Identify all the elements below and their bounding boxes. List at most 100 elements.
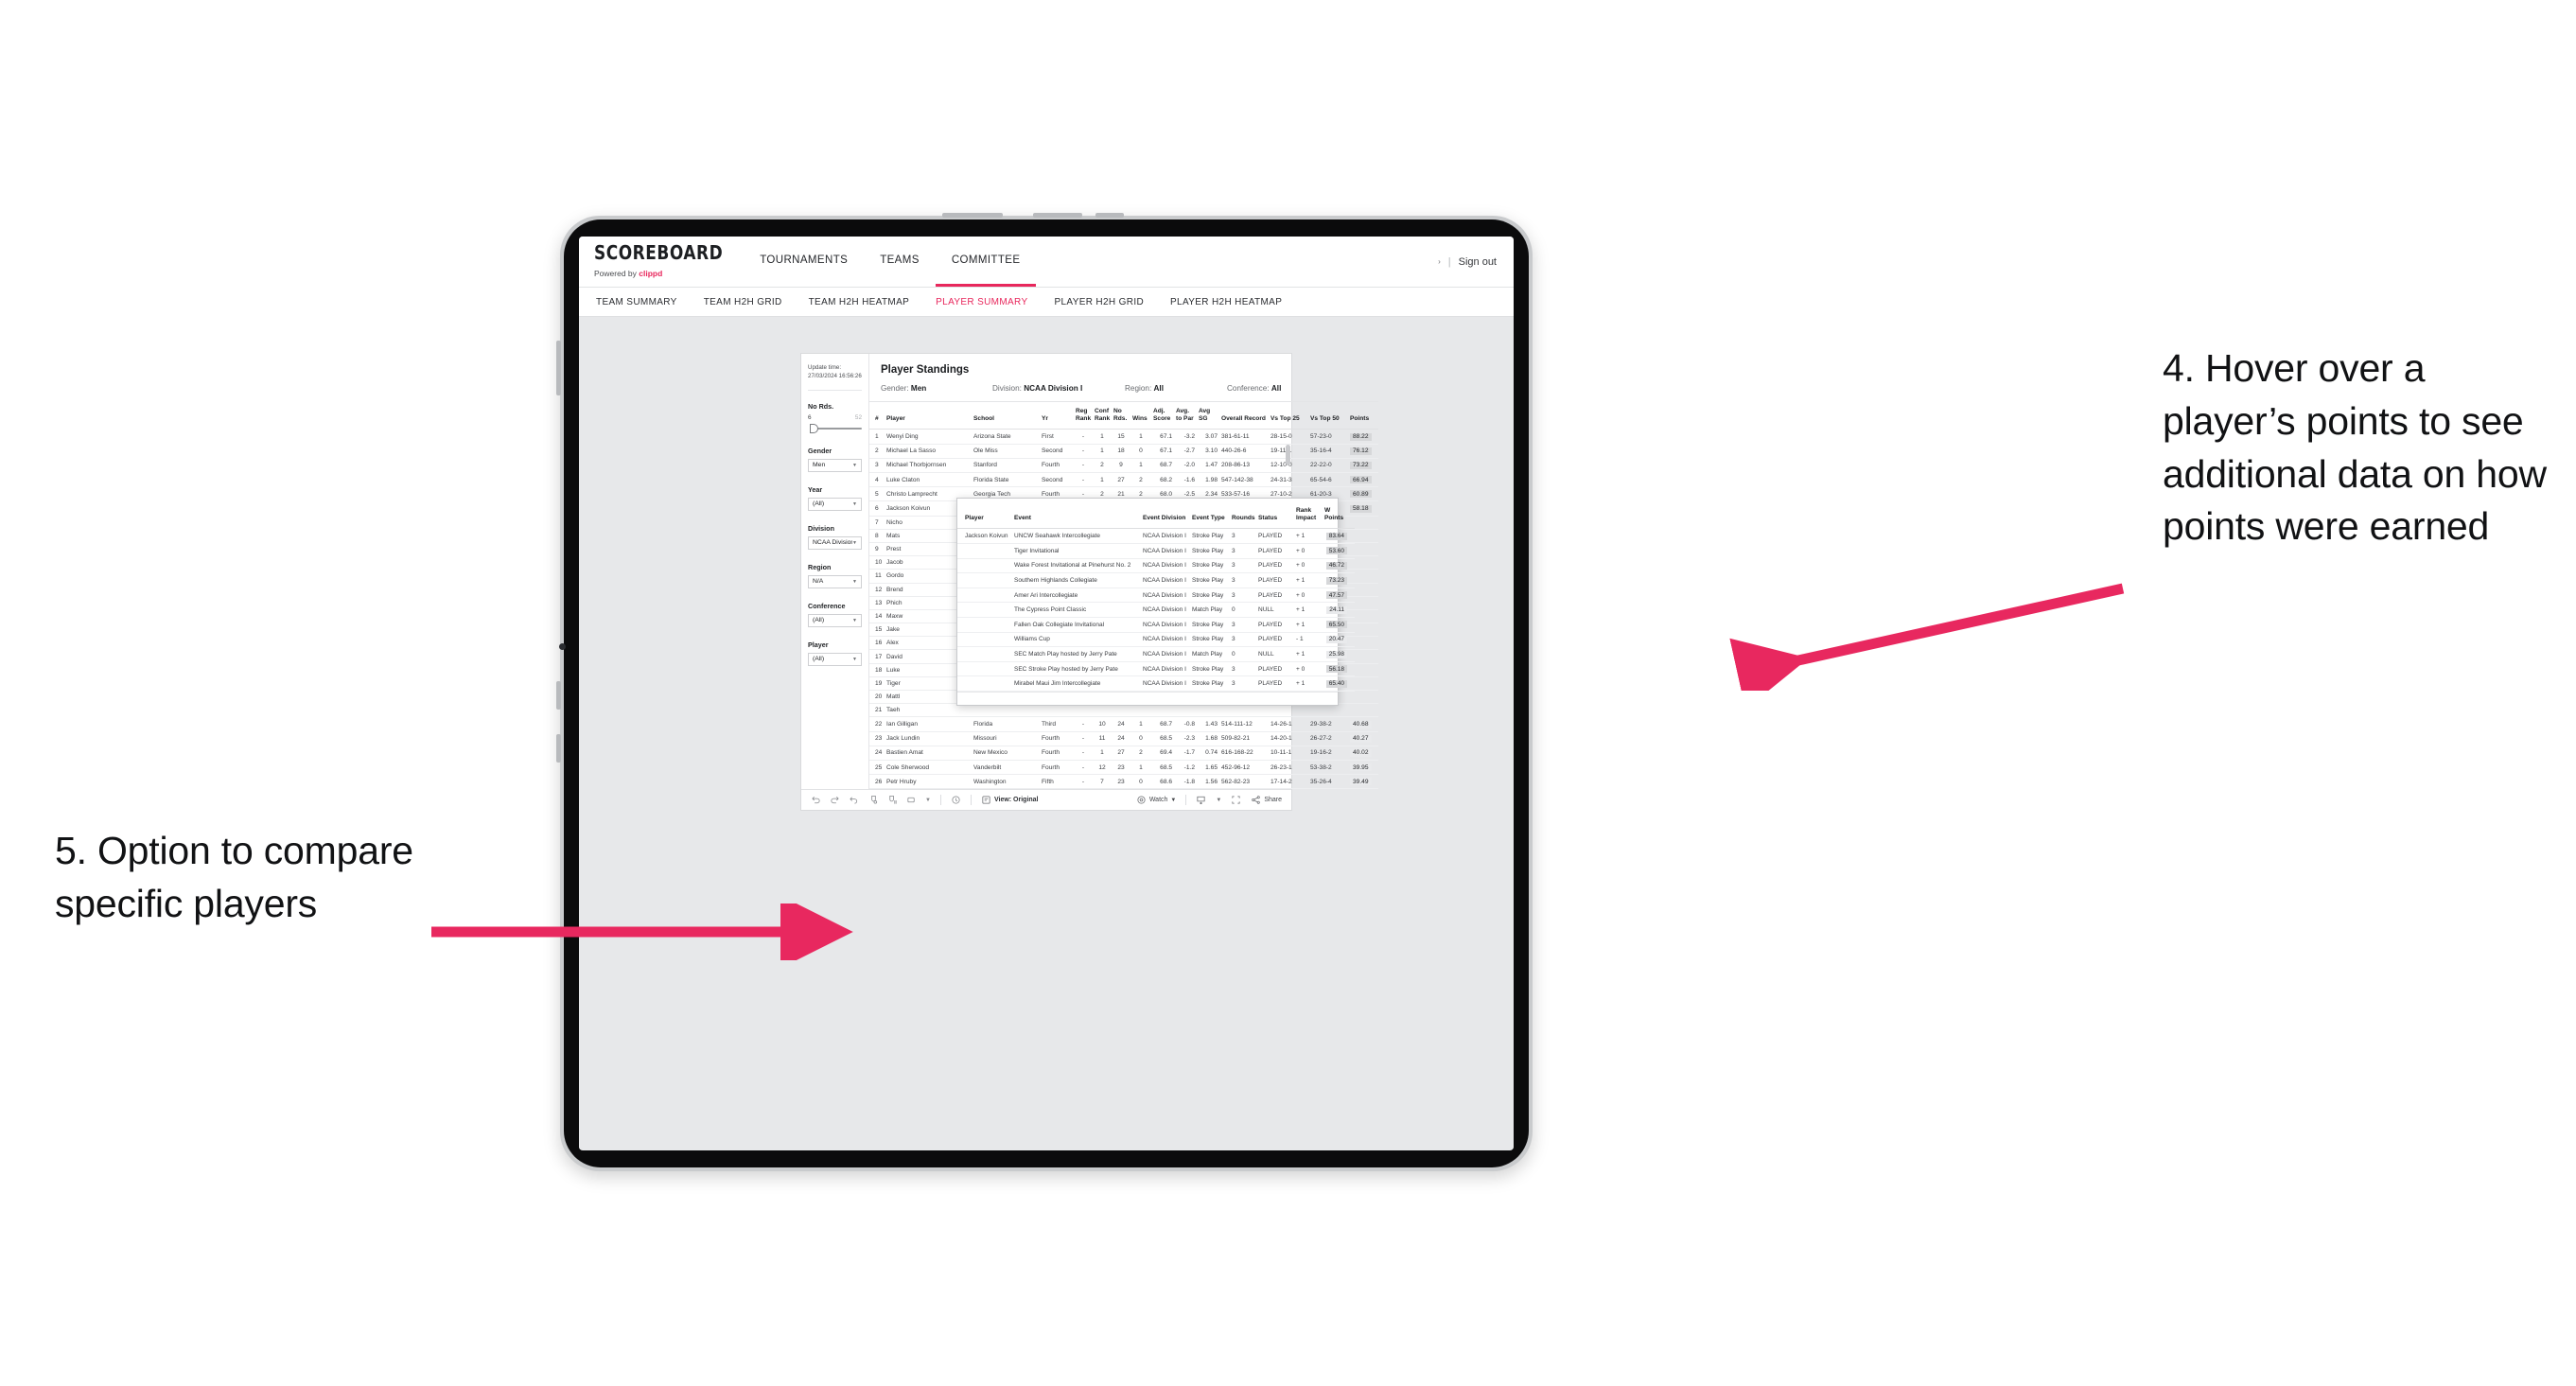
col-school[interactable]: School bbox=[972, 400, 1040, 430]
tooltip-cell-pts: 46.72 bbox=[1323, 558, 1355, 574]
tooltip-cell-status: PLAYED bbox=[1256, 661, 1294, 677]
share-button[interactable]: Share bbox=[1251, 795, 1282, 805]
slider-track[interactable] bbox=[812, 427, 862, 430]
filter-division: Division NCAA Division I ▼ bbox=[808, 524, 862, 550]
tooltip-cell-rank: + 0 bbox=[1294, 558, 1323, 574]
tooltip-w-points-value: 53.60 bbox=[1325, 547, 1347, 555]
gender-select[interactable]: Men ▼ bbox=[808, 458, 862, 472]
subnav-item-player-summary[interactable]: PLAYER SUMMARY bbox=[922, 297, 1041, 307]
cell-school: Florida bbox=[972, 716, 1040, 732]
tooltip-row: Amer Ari Intercollegiate NCAA Division IS… bbox=[957, 588, 1355, 604]
tooltip-cell-ediv: NCAA Division I bbox=[1141, 588, 1190, 604]
cell-yr: Second bbox=[1040, 472, 1074, 488]
redo-icon[interactable] bbox=[830, 795, 840, 805]
subnav-item-team-h2h-heatmap[interactable]: TEAM H2H HEATMAP bbox=[796, 297, 923, 307]
cell-rr: - bbox=[1074, 774, 1093, 790]
chevron-down-icon[interactable]: ▼ bbox=[925, 798, 931, 803]
points-value[interactable]: 60.89 bbox=[1350, 490, 1372, 499]
table-row[interactable]: 26 Petr Hruby Washington Fifth -7 23 0 68.6 -1.8… bbox=[869, 774, 1378, 790]
cell-num: 25 bbox=[869, 760, 885, 776]
sign-out-link[interactable]: Sign out bbox=[1459, 256, 1497, 268]
points-value[interactable]: 76.12 bbox=[1350, 447, 1372, 455]
nav-item-tournaments[interactable]: TOURNAMENTS bbox=[744, 237, 864, 287]
points-value[interactable]: 88.22 bbox=[1350, 432, 1372, 441]
table-row[interactable]: 1 Wenyi Ding Arizona State First -1 15 1 67.1 -3… bbox=[869, 429, 1378, 445]
pause-updates-icon[interactable] bbox=[887, 795, 898, 805]
view-original-toggle-icon[interactable] bbox=[906, 795, 917, 805]
col-adj-score[interactable]: Adj. Score bbox=[1151, 400, 1174, 430]
points-value[interactable]: 66.94 bbox=[1350, 476, 1372, 484]
subnav-item-team-summary[interactable]: TEAM SUMMARY bbox=[594, 297, 691, 307]
col-avg-to-par[interactable]: Avg. to Par bbox=[1174, 400, 1197, 430]
no-rds-slider[interactable] bbox=[808, 423, 862, 433]
subnav-item-player-h2h-grid[interactable]: PLAYER H2H GRID bbox=[1041, 297, 1157, 307]
col-conf-rank[interactable]: Conf Rank bbox=[1093, 400, 1112, 430]
conference-select[interactable]: (All) ▼ bbox=[808, 613, 862, 627]
brand-logo[interactable]: SCOREBOARD Powered by clippd bbox=[594, 237, 744, 287]
cell-adj: 68.2 bbox=[1151, 472, 1174, 488]
table-row[interactable]: 23 Jack Lundin Missouri Fourth -11 24 0 68.5 -2.… bbox=[869, 731, 1378, 746]
fullscreen-icon[interactable] bbox=[1231, 795, 1241, 805]
update-time-label: Update time: bbox=[808, 364, 842, 371]
col-player[interactable]: Player bbox=[885, 400, 972, 430]
tooltip-cell-player bbox=[957, 646, 1012, 662]
toolbar-divider-2 bbox=[970, 795, 972, 806]
cell-cr: 11 bbox=[1093, 731, 1112, 746]
table-row[interactable]: 22 Ian Gilligan Florida Third -10 24 1 68.7 -0.8… bbox=[869, 716, 1378, 732]
nav-item-teams[interactable]: TEAMS bbox=[864, 237, 936, 287]
region-select[interactable]: N/A ▼ bbox=[808, 574, 862, 588]
chevron-down-icon[interactable]: ▼ bbox=[1216, 798, 1221, 803]
watch-button[interactable]: Watch ▼ bbox=[1136, 795, 1176, 805]
points-value[interactable]: 40.02 bbox=[1350, 748, 1372, 757]
tooltip-row: Mirabel Maui Jim Intercollegiate NCAA Div… bbox=[957, 675, 1355, 692]
player-select[interactable]: (All) ▼ bbox=[808, 652, 862, 666]
tooltip-cell-ediv: NCAA Division I bbox=[1141, 558, 1190, 574]
points-value[interactable]: 39.95 bbox=[1350, 763, 1372, 772]
col-vs-top-25[interactable]: Vs Top 25 bbox=[1269, 400, 1308, 430]
col-overall-record[interactable]: Overall Record bbox=[1219, 400, 1269, 430]
slider-handle[interactable] bbox=[810, 423, 818, 433]
pause-auto-update-icon[interactable] bbox=[951, 795, 961, 805]
col-yr[interactable]: Yr bbox=[1040, 400, 1074, 430]
table-row[interactable]: 4 Luke Claton Florida State Second -1 27 2 68.2… bbox=[869, 472, 1378, 488]
cell-atp: -3.2 bbox=[1174, 429, 1197, 445]
col-wins[interactable]: Wins bbox=[1130, 400, 1151, 430]
view-original-button[interactable]: View: Original bbox=[981, 795, 1039, 805]
account-caret-icon[interactable]: › bbox=[1438, 257, 1441, 266]
points-value[interactable]: 39.49 bbox=[1350, 778, 1372, 786]
tooltip-cell-player bbox=[957, 543, 1012, 559]
subnav-item-player-h2h-heatmap[interactable]: PLAYER H2H HEATMAP bbox=[1157, 297, 1295, 307]
table-row[interactable]: 25 Cole Sherwood Vanderbilt Fourth -12 23 1 68.… bbox=[869, 760, 1378, 776]
chevron-down-icon: ▼ bbox=[852, 462, 857, 468]
table-row[interactable]: 3 Michael Thorbjornsen Stanford Fourth -2 9 1 6… bbox=[869, 458, 1378, 474]
revert-icon[interactable] bbox=[849, 795, 859, 805]
col-vs-top-50[interactable]: Vs Top 50 bbox=[1308, 400, 1348, 430]
division-select[interactable]: NCAA Division I ▼ bbox=[808, 535, 862, 550]
cell-num: 3 bbox=[869, 458, 885, 474]
cell-w: 1 bbox=[1130, 429, 1151, 445]
col-rank[interactable]: # bbox=[869, 400, 885, 430]
col-no-rds[interactable]: No Rds. bbox=[1112, 400, 1130, 430]
tooltip-cell-ediv: NCAA Division I bbox=[1141, 528, 1190, 545]
col-reg-rank[interactable]: Reg Rank bbox=[1074, 400, 1093, 430]
subnav-item-team-h2h-grid[interactable]: TEAM H2H GRID bbox=[691, 297, 796, 307]
points-value[interactable]: 40.68 bbox=[1350, 720, 1372, 728]
download-icon[interactable] bbox=[1196, 795, 1206, 805]
table-row[interactable]: 24 Bastien Amat New Mexico Fourth -1 27 2 69.4-… bbox=[869, 746, 1378, 761]
nav-item-committee[interactable]: COMMITTEE bbox=[935, 237, 1037, 287]
cell-nr: 15 bbox=[1112, 429, 1130, 445]
points-value[interactable]: 40.27 bbox=[1350, 734, 1372, 743]
vertical-scrollbar[interactable] bbox=[1286, 445, 1290, 465]
col-points[interactable]: Points bbox=[1348, 400, 1378, 430]
tooltip-cell-event: SEC Stroke Play hosted by Jerry Pate bbox=[1012, 661, 1141, 677]
refresh-data-icon[interactable] bbox=[868, 795, 879, 805]
tooltip-w-points-value: 46.72 bbox=[1325, 561, 1347, 570]
col-avg-sg[interactable]: Avg SG bbox=[1197, 400, 1219, 430]
table-head: # Player School Yr Reg Rank Conf Rank No… bbox=[869, 400, 1378, 430]
points-value[interactable]: 73.22 bbox=[1350, 461, 1372, 469]
undo-icon[interactable] bbox=[811, 795, 821, 805]
cell-sg: 1.56 bbox=[1197, 774, 1219, 790]
table-row[interactable]: 2 Michael La Sasso Ole Miss Second -1 18 0 67.1… bbox=[869, 444, 1378, 459]
year-select[interactable]: (All) ▼ bbox=[808, 497, 862, 511]
cell-pts: 39.49 bbox=[1348, 774, 1378, 790]
